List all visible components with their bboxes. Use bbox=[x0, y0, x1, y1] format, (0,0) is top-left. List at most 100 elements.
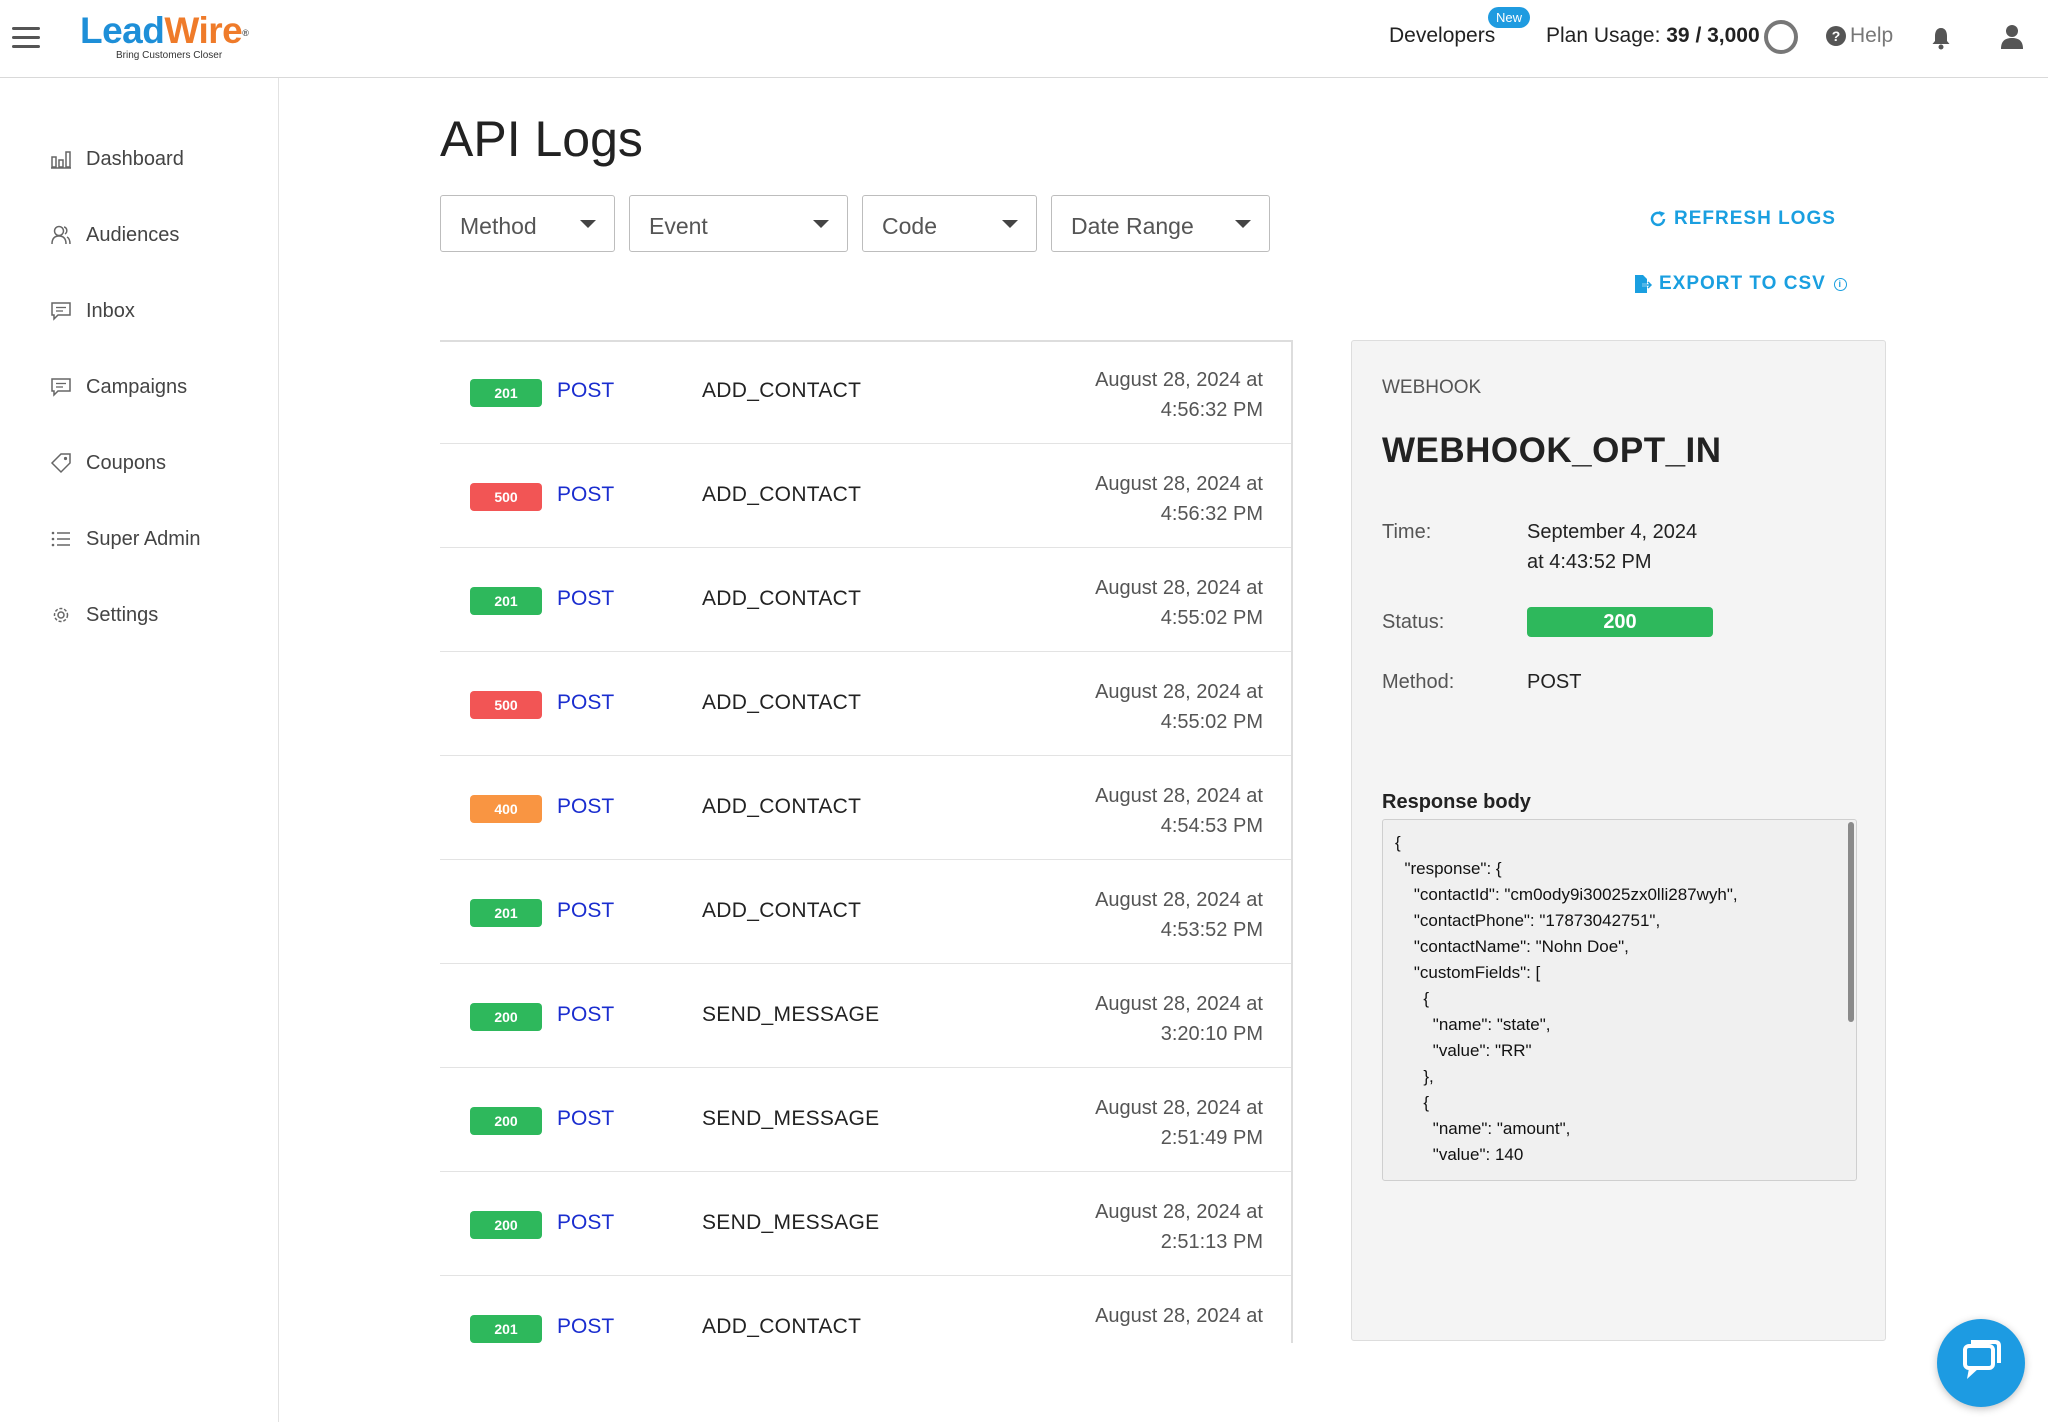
new-badge: New bbox=[1488, 7, 1531, 28]
detail-method-label: Method: bbox=[1382, 671, 1455, 693]
event-filter[interactable]: Event bbox=[629, 195, 848, 252]
log-event: ADD_CONTACT bbox=[702, 1315, 862, 1338]
export-csv-button[interactable]: EXPORT TO CSV i bbox=[1633, 273, 1847, 295]
date-range-filter[interactable]: Date Range bbox=[1051, 195, 1270, 252]
sidebar-item-label: Dashboard bbox=[86, 147, 184, 170]
bell-icon[interactable] bbox=[1930, 26, 1952, 50]
response-body-code: { "response": { "contactId": "cm0ody9i30… bbox=[1395, 833, 1738, 1164]
sidebar-item-audiences[interactable]: Audiences bbox=[50, 215, 270, 255]
chat-icon bbox=[1963, 1340, 2001, 1379]
method-filter[interactable]: Method bbox=[440, 195, 615, 252]
log-timestamp: August 28, 2024 at 4:55:02 PM bbox=[1095, 677, 1263, 737]
sidebar-item-settings[interactable]: Settings bbox=[50, 595, 270, 635]
log-time: 4:54:53 PM bbox=[1160, 815, 1263, 837]
event-filter-label: Event bbox=[649, 213, 708, 239]
refresh-logs-button[interactable]: REFRESH LOGS bbox=[1648, 208, 1836, 230]
log-method: POST bbox=[557, 1315, 615, 1338]
caret-down-icon bbox=[1235, 220, 1251, 228]
log-event: ADD_CONTACT bbox=[702, 587, 862, 610]
log-date: August 28, 2024 at bbox=[1095, 681, 1263, 703]
log-timestamp: August 28, 2024 at 4:56:32 PM bbox=[1095, 469, 1263, 529]
status-code-badge: 200 bbox=[470, 1211, 542, 1239]
scrollbar[interactable] bbox=[1848, 822, 1854, 1022]
table-row[interactable]: 500 POST ADD_CONTACT August 28, 2024 at 4… bbox=[440, 444, 1291, 548]
detail-method-value: POST bbox=[1527, 671, 1582, 693]
table-row[interactable]: 200 POST SEND_MESSAGE August 28, 2024 at… bbox=[440, 1172, 1291, 1276]
chat-widget-button[interactable] bbox=[1937, 1319, 2025, 1407]
log-time: 2:51:49 PM bbox=[1160, 1127, 1263, 1149]
log-method: POST bbox=[557, 587, 615, 610]
log-date: August 28, 2024 at bbox=[1095, 993, 1263, 1015]
sidebar-item-dashboard[interactable]: Dashboard bbox=[50, 139, 270, 179]
export-csv-label: EXPORT TO CSV bbox=[1659, 273, 1826, 294]
response-body-box[interactable]: { "response": { "contactId": "cm0ody9i30… bbox=[1382, 819, 1857, 1181]
log-event: ADD_CONTACT bbox=[702, 379, 862, 402]
log-date: August 28, 2024 at bbox=[1095, 785, 1263, 807]
log-time: 4:56:32 PM bbox=[1160, 503, 1263, 525]
sidebar-item-campaigns[interactable]: Campaigns bbox=[50, 367, 270, 407]
log-event: SEND_MESSAGE bbox=[702, 1107, 880, 1130]
sidebar-item-coupons[interactable]: Coupons bbox=[50, 443, 270, 483]
detail-status-label: Status: bbox=[1382, 611, 1445, 633]
log-detail-panel: WEBHOOK WEBHOOK_OPT_IN Time: September 4… bbox=[1351, 340, 1886, 1341]
log-date: August 28, 2024 at bbox=[1095, 473, 1263, 495]
sidebar-item-label: Campaigns bbox=[86, 375, 188, 398]
logs-list: 201 POST ADD_CONTACT August 28, 2024 at 4… bbox=[440, 340, 1293, 1343]
table-row[interactable]: 200 POST SEND_MESSAGE August 28, 2024 at… bbox=[440, 1068, 1291, 1172]
log-method: POST bbox=[557, 1107, 615, 1130]
table-row[interactable]: 500 POST ADD_CONTACT August 28, 2024 at 4… bbox=[440, 652, 1291, 756]
table-row[interactable]: 201 POST ADD_CONTACT August 28, 2024 at bbox=[440, 1276, 1291, 1343]
status-code-badge: 201 bbox=[470, 1315, 542, 1343]
logo[interactable]: LeadWire® Bring Customers Closer bbox=[80, 10, 249, 62]
log-event: ADD_CONTACT bbox=[702, 899, 862, 922]
table-row[interactable]: 201 POST ADD_CONTACT August 28, 2024 at 4… bbox=[440, 342, 1291, 444]
page-title: API Logs bbox=[440, 111, 643, 167]
log-date: August 28, 2024 at bbox=[1095, 1305, 1263, 1327]
table-row[interactable]: 400 POST ADD_CONTACT August 28, 2024 at 4… bbox=[440, 756, 1291, 860]
log-method: POST bbox=[557, 899, 615, 922]
status-code-badge: 200 bbox=[470, 1107, 542, 1135]
message-icon bbox=[51, 378, 71, 397]
caret-down-icon bbox=[580, 220, 596, 228]
logo-tagline: Bring Customers Closer bbox=[116, 50, 223, 61]
help-label: Help bbox=[1850, 24, 1894, 47]
top-bar: LeadWire® Bring Customers Closer Develop… bbox=[0, 0, 2048, 78]
menu-icon[interactable] bbox=[12, 27, 40, 49]
logo-wire-text: Wire bbox=[164, 10, 243, 51]
status-code-badge: 201 bbox=[470, 899, 542, 927]
detail-time-date: September 4, 2024 bbox=[1527, 521, 1698, 543]
user-icon[interactable] bbox=[2000, 24, 2024, 50]
sidebar-item-label: Coupons bbox=[86, 451, 167, 474]
log-method: POST bbox=[557, 1211, 615, 1234]
log-timestamp: August 28, 2024 at 4:56:32 PM bbox=[1095, 365, 1263, 425]
list-icon bbox=[51, 531, 70, 547]
code-filter[interactable]: Code bbox=[862, 195, 1037, 252]
log-time: 4:55:02 PM bbox=[1160, 711, 1263, 733]
table-row[interactable]: 200 POST SEND_MESSAGE August 28, 2024 at… bbox=[440, 964, 1291, 1068]
status-code-badge: 500 bbox=[470, 691, 542, 719]
status-code-badge: 201 bbox=[470, 587, 542, 615]
logo-lead-text: Lead bbox=[80, 10, 165, 51]
help-link[interactable]: ? Help bbox=[1826, 24, 1893, 48]
log-time: 3:20:10 PM bbox=[1160, 1023, 1263, 1045]
log-event: SEND_MESSAGE bbox=[702, 1003, 880, 1026]
log-date: August 28, 2024 at bbox=[1095, 369, 1263, 391]
sidebar-item-super-admin[interactable]: Super Admin bbox=[50, 519, 270, 559]
date-range-filter-label: Date Range bbox=[1071, 213, 1194, 239]
sidebar-item-label: Audiences bbox=[86, 223, 180, 246]
sidebar-item-label: Settings bbox=[86, 603, 159, 626]
developers-link[interactable]: Developers bbox=[1389, 24, 1495, 48]
log-timestamp: August 28, 2024 at 3:20:10 PM bbox=[1095, 989, 1263, 1049]
info-icon[interactable]: i bbox=[1833, 277, 1847, 291]
sidebar-item-inbox[interactable]: Inbox bbox=[50, 291, 270, 331]
sidebar-item-label: Super Admin bbox=[86, 527, 201, 550]
table-row[interactable]: 201 POST ADD_CONTACT August 28, 2024 at 4… bbox=[440, 860, 1291, 964]
status-code-badge: 500 bbox=[470, 483, 542, 511]
log-time: 4:53:52 PM bbox=[1160, 919, 1263, 941]
table-row[interactable]: 201 POST ADD_CONTACT August 28, 2024 at 4… bbox=[440, 548, 1291, 652]
bar-chart-icon bbox=[51, 151, 71, 169]
sidebar-item-label: Inbox bbox=[86, 299, 135, 322]
log-date: August 28, 2024 at bbox=[1095, 577, 1263, 599]
log-event: ADD_CONTACT bbox=[702, 691, 862, 714]
log-method: POST bbox=[557, 379, 615, 402]
